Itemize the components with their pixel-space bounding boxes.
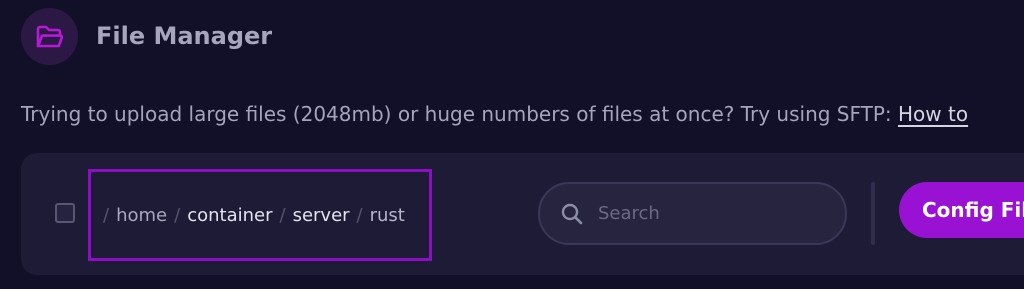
search-box[interactable] xyxy=(538,182,847,245)
search-input[interactable] xyxy=(598,203,798,224)
breadcrumb-separator: / xyxy=(356,204,363,226)
file-manager-page: File Manager Trying to upload large file… xyxy=(0,0,1024,289)
config-files-button[interactable]: Config Files xyxy=(899,182,1024,238)
breadcrumb-item-container[interactable]: container xyxy=(187,205,272,226)
breadcrumb-separator: / xyxy=(279,204,286,226)
toolbar-divider xyxy=(871,182,875,245)
breadcrumb-separator: / xyxy=(103,204,110,226)
sftp-how-to-link[interactable]: How to xyxy=(898,102,968,126)
upload-notice-text: Trying to upload large files (2048mb) or… xyxy=(21,102,899,126)
select-all-checkbox[interactable] xyxy=(55,203,75,223)
page-title: File Manager xyxy=(96,22,273,50)
search-icon xyxy=(560,202,584,226)
breadcrumb-item-home[interactable]: home xyxy=(116,205,167,226)
breadcrumb: / home / container / server / rust xyxy=(88,169,432,261)
folder-open-icon xyxy=(21,8,78,65)
breadcrumb-item-server[interactable]: server xyxy=(293,205,350,226)
breadcrumb-separator: / xyxy=(174,204,181,226)
breadcrumb-item-current: rust xyxy=(369,204,405,226)
upload-notice: Trying to upload large files (2048mb) or… xyxy=(21,102,968,126)
